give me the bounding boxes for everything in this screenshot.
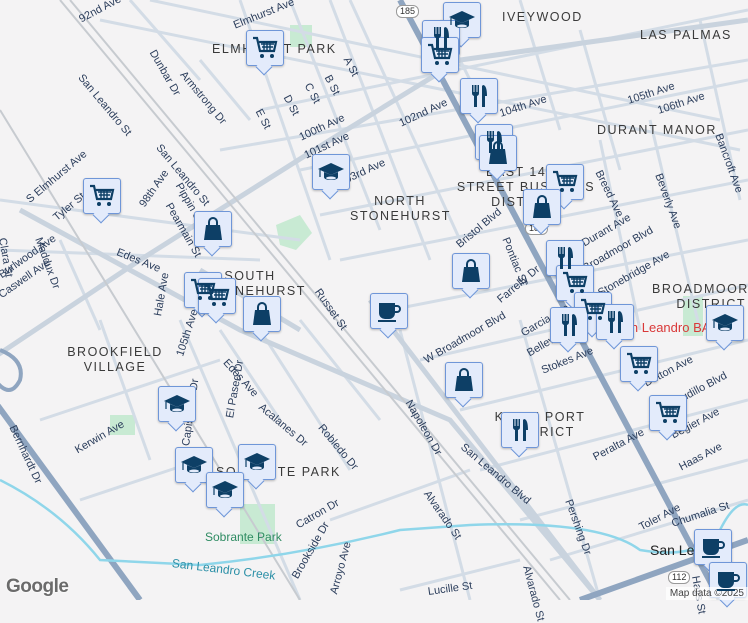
school-icon <box>711 310 739 336</box>
grocery-icon <box>426 42 454 68</box>
map-marker[interactable] <box>198 278 236 314</box>
school-icon <box>163 391 191 417</box>
map-marker[interactable] <box>158 386 196 422</box>
grocery-icon <box>551 169 579 195</box>
grocery-icon <box>203 283 231 309</box>
map-marker[interactable] <box>460 78 498 114</box>
school-icon <box>180 452 208 478</box>
map-marker[interactable] <box>312 154 350 190</box>
grocery-icon <box>561 270 589 296</box>
map-marker[interactable] <box>620 346 658 382</box>
coffee-icon <box>714 567 742 593</box>
shopping-icon <box>457 258 485 284</box>
map-marker[interactable] <box>596 304 634 340</box>
highway-ramp <box>0 348 23 392</box>
map-marker[interactable] <box>238 444 276 480</box>
map-marker[interactable] <box>523 189 561 225</box>
coffee-icon <box>699 534 727 560</box>
route-shield: 112 <box>668 571 691 584</box>
neighborhood-label: DURANT MANOR <box>597 123 717 137</box>
map-marker[interactable] <box>370 293 408 329</box>
map-marker[interactable] <box>706 305 744 341</box>
map-marker[interactable] <box>421 37 459 73</box>
school-icon <box>211 477 239 503</box>
map-marker[interactable] <box>445 362 483 398</box>
shopping-icon <box>528 194 556 220</box>
map-marker[interactable] <box>243 296 281 332</box>
park-label: Sobrante Park <box>205 530 282 544</box>
neighborhood-label: NORTH STONEHURST <box>350 194 451 223</box>
map-marker[interactable] <box>501 412 539 448</box>
grocery-icon <box>251 35 279 61</box>
shopping-icon <box>199 216 227 242</box>
map-marker[interactable] <box>246 30 284 66</box>
grocery-icon <box>654 400 682 426</box>
map-marker[interactable] <box>83 178 121 214</box>
neighborhood-label: LAS PALMAS <box>640 28 732 42</box>
restaurant-icon <box>465 83 493 109</box>
map-marker[interactable] <box>479 135 517 171</box>
map-marker[interactable] <box>452 253 490 289</box>
neighborhood-label: IVEYWOOD <box>502 10 583 24</box>
map-marker[interactable] <box>550 307 588 343</box>
coffee-icon <box>375 298 403 324</box>
shopping-icon <box>450 367 478 393</box>
restaurant-icon <box>551 245 579 271</box>
google-logo: Google <box>6 576 69 597</box>
school-icon <box>317 159 345 185</box>
restaurant-icon <box>601 309 629 335</box>
map-marker[interactable] <box>649 395 687 431</box>
map-marker[interactable] <box>194 211 232 247</box>
grocery-icon <box>88 183 116 209</box>
restaurant-icon <box>506 417 534 443</box>
map-marker[interactable] <box>694 529 732 565</box>
grocery-icon <box>625 351 653 377</box>
shopping-icon <box>484 140 512 166</box>
shopping-icon <box>248 301 276 327</box>
neighborhood-label: BROOKFIELD VILLAGE <box>67 345 163 374</box>
map-marker[interactable] <box>556 265 594 301</box>
neighborhood-label: KELLY PORT DISTRICT <box>494 410 586 439</box>
restaurant-icon <box>555 312 583 338</box>
map-marker[interactable] <box>175 447 213 483</box>
creek-line <box>0 478 748 567</box>
map-marker[interactable] <box>709 562 747 598</box>
map-marker[interactable] <box>206 472 244 508</box>
route-shield: 185 <box>396 5 420 18</box>
school-icon <box>243 449 271 475</box>
